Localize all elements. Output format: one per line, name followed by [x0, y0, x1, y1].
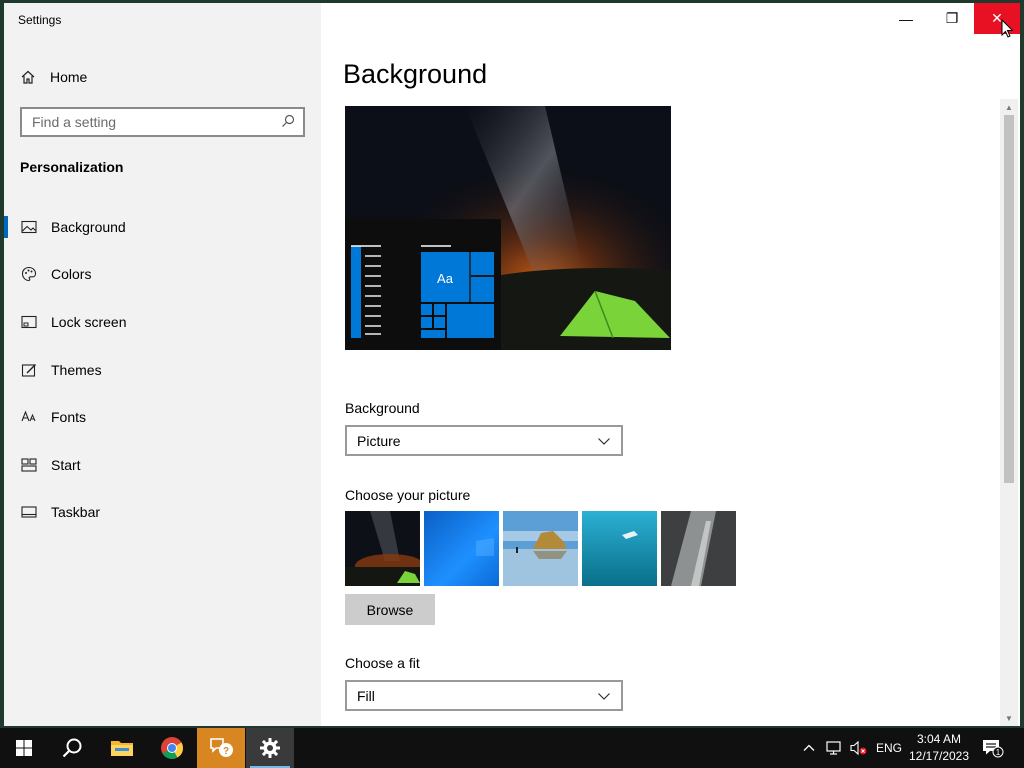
search-input[interactable]: [32, 114, 281, 130]
find-setting-search[interactable]: [20, 107, 305, 137]
choose-picture-label: Choose your picture: [345, 487, 471, 503]
sidebar-item-label: Background: [51, 218, 126, 235]
volume-button[interactable]: [850, 728, 868, 768]
taskbar-icon: [20, 504, 37, 521]
settings-taskbar-button[interactable]: [246, 728, 294, 768]
thumbnail-rock-cliff[interactable]: [661, 511, 736, 586]
font-icon: [20, 409, 37, 426]
file-explorer-button[interactable]: [98, 728, 146, 768]
search-icon: [62, 738, 82, 758]
palette-icon: [20, 266, 37, 283]
preview-tile-label: Aa: [437, 271, 454, 286]
fit-dropdown-value: Fill: [357, 687, 375, 704]
desktop-preview: Aa: [345, 106, 671, 350]
sidebar-item-themes[interactable]: Themes: [4, 346, 321, 394]
choose-fit-label: Choose a fit: [345, 655, 420, 671]
sidebar-item-label: Taskbar: [51, 504, 101, 521]
home-link[interactable]: Home: [20, 65, 87, 89]
clock-time: 3:04 AM: [916, 732, 962, 746]
sidebar-item-label: Themes: [51, 361, 102, 378]
sidebar-nav: Background Colors Lock screen Themes Fon…: [4, 203, 321, 536]
taskbar: ? ENG 3:04 AM 12/17/2023 1: [0, 728, 1024, 768]
browse-button[interactable]: Browse: [345, 594, 435, 625]
sidebar-item-label: Colors: [51, 266, 92, 283]
chevron-up-icon: [803, 744, 815, 751]
chevron-down-icon: [598, 437, 610, 445]
taskbar-search-button[interactable]: [48, 728, 96, 768]
sidebar: Settings Home Personalization Background: [4, 3, 321, 726]
sidebar-item-taskbar[interactable]: Taskbar: [4, 489, 321, 537]
scroll-up-arrow-icon[interactable]: ▲: [1000, 99, 1018, 115]
show-hidden-icons-button[interactable]: [802, 728, 816, 768]
network-icon: [826, 741, 841, 755]
brush-icon: [20, 361, 37, 378]
sidebar-item-label: Fonts: [51, 409, 87, 426]
notification-icon: 1: [983, 740, 1004, 758]
lock-screen-icon: [20, 313, 37, 330]
thumbnail-windows-blue[interactable]: [424, 511, 499, 586]
sidebar-item-background[interactable]: Background: [4, 203, 321, 251]
page-title: Background: [343, 59, 488, 89]
background-dropdown-value: Picture: [357, 432, 401, 449]
start-button[interactable]: [0, 728, 48, 768]
thumbnail-underwater-swimmer[interactable]: [582, 511, 657, 586]
sidebar-item-colors[interactable]: Colors: [4, 251, 321, 299]
volume-muted-icon: [850, 740, 867, 756]
app-title: Settings: [18, 13, 62, 27]
home-icon: [20, 69, 36, 85]
preview-wallpaper: Aa: [345, 106, 671, 350]
thumbnail-night-tent[interactable]: [345, 511, 420, 586]
picture-thumbnails: [345, 511, 736, 586]
main-content: Background Aa Background Picture Choose …: [321, 3, 1020, 726]
background-label: Background: [345, 400, 420, 416]
chevron-down-icon: [598, 692, 610, 700]
chrome-icon: [161, 737, 183, 759]
action-center-button[interactable]: 1: [982, 728, 1004, 768]
get-help-button[interactable]: ?: [197, 728, 245, 768]
sidebar-item-lock-screen[interactable]: Lock screen: [4, 298, 321, 346]
vertical-scrollbar[interactable]: ▲ ▼: [1000, 99, 1018, 726]
picture-icon: [20, 218, 37, 235]
sidebar-item-label: Lock screen: [51, 313, 127, 330]
settings-window: Settings Home Personalization Background: [4, 3, 1020, 726]
sidebar-item-start[interactable]: Start: [4, 441, 321, 489]
search-icon[interactable]: [281, 114, 295, 131]
get-help-icon: ?: [210, 738, 233, 757]
sidebar-item-fonts[interactable]: Fonts: [4, 393, 321, 441]
section-title: Personalization: [20, 159, 124, 175]
language-indicator[interactable]: ENG: [876, 728, 902, 768]
notification-count: 1: [996, 748, 1001, 757]
clock[interactable]: 3:04 AM 12/17/2023: [905, 731, 973, 765]
file-explorer-icon: [111, 741, 133, 756]
svg-text:?: ?: [223, 746, 229, 757]
chrome-button[interactable]: [148, 728, 196, 768]
background-dropdown[interactable]: Picture: [345, 425, 623, 456]
sidebar-item-label: Start: [51, 456, 81, 473]
settings-icon: [260, 738, 280, 758]
clock-date: 12/17/2023: [908, 749, 970, 763]
scroll-down-arrow-icon[interactable]: ▼: [1000, 710, 1018, 726]
fit-dropdown[interactable]: Fill: [345, 680, 623, 711]
network-button[interactable]: [826, 728, 844, 768]
start-icon: [20, 456, 37, 473]
thumbnail-beach-rocks[interactable]: [503, 511, 578, 586]
scroll-thumb[interactable]: [1004, 115, 1014, 483]
windows-logo-icon: [16, 740, 32, 756]
mouse-cursor-icon: [1001, 19, 1014, 38]
home-label: Home: [50, 69, 88, 85]
